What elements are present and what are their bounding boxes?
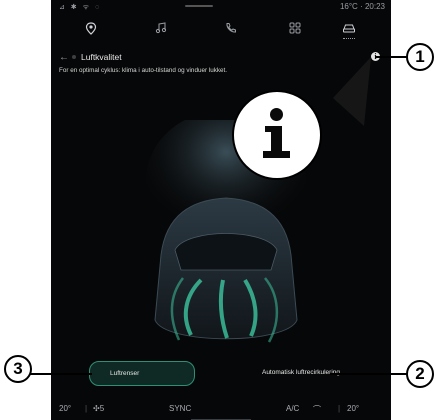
callout-line-2 xyxy=(330,373,410,375)
info-dot xyxy=(270,108,283,121)
callout-2: 2 xyxy=(406,360,434,388)
callout-line-3 xyxy=(30,373,92,375)
magnifier-beam xyxy=(333,57,371,126)
info-base xyxy=(263,151,290,158)
callout-3: 3 xyxy=(4,355,32,383)
magnifier-overlay xyxy=(333,57,371,126)
info-stem xyxy=(271,126,282,152)
callout-line-1 xyxy=(375,56,409,58)
info-magnified-icon xyxy=(232,90,322,180)
callout-1: 1 xyxy=(406,43,434,71)
